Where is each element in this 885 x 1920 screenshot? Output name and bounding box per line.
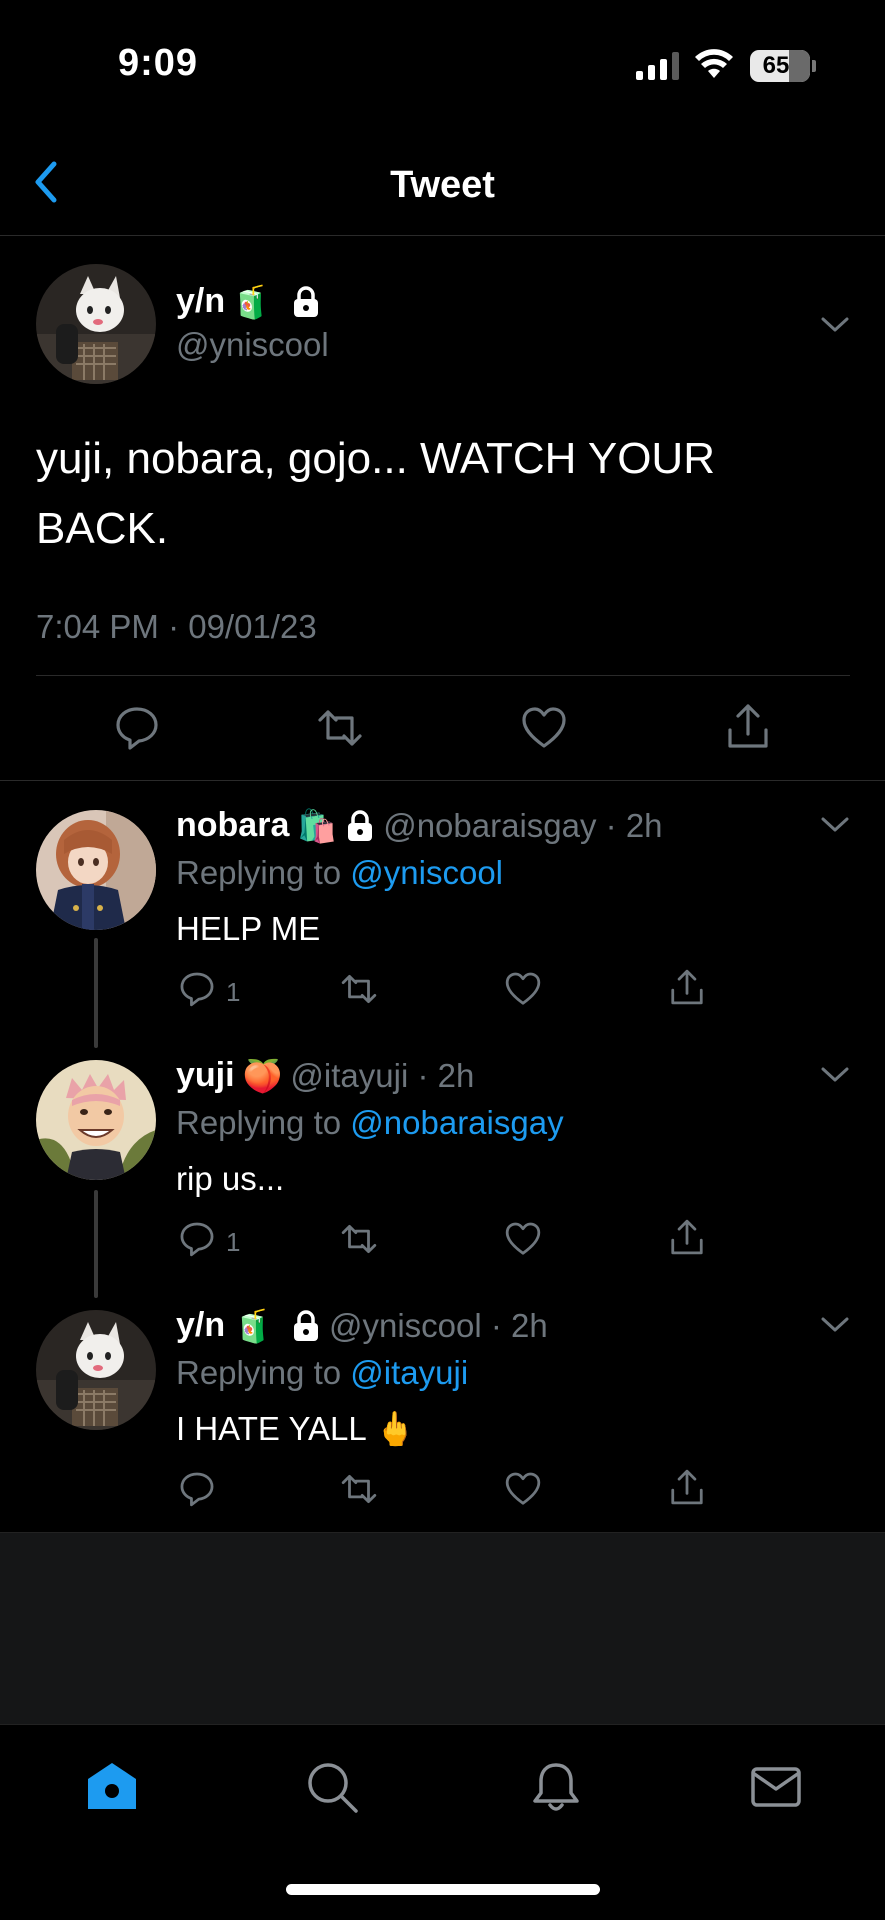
share-icon[interactable] (724, 702, 772, 750)
avatar[interactable] (36, 1060, 156, 1180)
replying-to-link[interactable]: @nobaraisgay (350, 1104, 563, 1141)
lock-icon (293, 285, 318, 317)
chevron-down-icon[interactable] (820, 316, 850, 334)
reply-header: y/n 🧃 @yniscool · 2h (176, 1306, 548, 1345)
tweet-timestamp: 7:04 PM · 09/01/23 (36, 608, 317, 645)
reply-header: yuji 🍑 @itayuji · 2h (176, 1056, 474, 1095)
empty-timeline-area (0, 1532, 885, 1724)
reply-handle-time[interactable]: @nobaraisgay · 2h (383, 807, 662, 845)
battery-nub (812, 60, 816, 72)
divider (0, 780, 885, 781)
chevron-down-icon[interactable] (820, 816, 850, 834)
replying-prefix: Replying to (176, 1104, 342, 1141)
avatar[interactable] (36, 810, 156, 930)
divider (36, 675, 850, 676)
status-bar: 9:09 65 (0, 0, 885, 130)
reply-header: nobara 🛍️ @nobaraisgay · 2h (176, 806, 663, 845)
reply-text: rip us... (176, 1160, 285, 1197)
reply-author-name[interactable]: yuji (176, 1056, 235, 1095)
avatar[interactable] (36, 264, 156, 384)
replying-to-link[interactable]: @yniscool (350, 854, 503, 891)
like-icon[interactable] (520, 704, 568, 752)
replying-to-link[interactable]: @itayuji (350, 1354, 468, 1391)
retweet-icon[interactable] (340, 1220, 378, 1258)
author-name[interactable]: y/n (176, 282, 225, 321)
reply-text: HELP ME (176, 910, 321, 947)
page-title: Tweet (390, 164, 495, 206)
retweet-icon[interactable] (340, 1470, 378, 1508)
thread-line (94, 938, 98, 1048)
replying-to: Replying to @yniscool (176, 854, 503, 892)
reply-count: 1 (226, 1227, 241, 1257)
reply-count: 1 (226, 977, 241, 1007)
thread-line (94, 1190, 98, 1298)
replying-prefix: Replying to (176, 854, 342, 891)
share-icon[interactable] (668, 968, 706, 1006)
lock-icon (293, 1309, 318, 1341)
reply-icon[interactable] (113, 704, 161, 752)
chevron-down-icon[interactable] (820, 1316, 850, 1334)
status-time: 9:09 (118, 42, 199, 84)
home-icon[interactable] (84, 1759, 140, 1815)
wifi-icon (695, 49, 733, 78)
retweet-icon[interactable] (340, 970, 378, 1008)
retweet-icon[interactable] (316, 704, 364, 752)
tweet-actions (0, 700, 885, 756)
like-icon[interactable] (504, 1470, 542, 1508)
reply-handle-time[interactable]: @yniscool · 2h (329, 1307, 548, 1345)
replying-to: Replying to @nobaraisgay (176, 1104, 564, 1142)
avatar[interactable] (36, 1310, 156, 1430)
replying-to: Replying to @itayuji (176, 1354, 468, 1392)
reply-text: I HATE YALL 🖕 (176, 1410, 416, 1447)
reply-icon[interactable] (178, 1220, 216, 1258)
tweet-text: yuji, nobara, gojo... WATCH YOUR BACK. (36, 434, 715, 553)
like-icon[interactable] (504, 1220, 542, 1258)
shopping-bags-emoji: 🛍️ (297, 806, 338, 845)
juice-box-emoji: 🧃 (233, 1306, 273, 1345)
peach-emoji: 🍑 (242, 1056, 283, 1095)
battery-level: 65 (762, 52, 790, 79)
replying-prefix: Replying to (176, 1354, 342, 1391)
mail-icon[interactable] (748, 1759, 804, 1815)
reply-handle-time[interactable]: @itayuji · 2h (290, 1057, 474, 1095)
header: Tweet (0, 130, 885, 236)
reply-author-name[interactable]: nobara (176, 806, 289, 845)
cellular-signal-icon (636, 52, 679, 80)
author-row: y/n 🧃 (176, 282, 321, 321)
lock-icon (348, 809, 373, 841)
battery-indicator: 65 (750, 50, 810, 82)
share-icon[interactable] (668, 1468, 706, 1506)
like-icon[interactable] (504, 970, 542, 1008)
share-icon[interactable] (668, 1218, 706, 1256)
search-icon[interactable] (304, 1759, 360, 1815)
reply-icon[interactable] (178, 1470, 216, 1508)
reply-icon[interactable] (178, 970, 216, 1008)
bell-icon[interactable] (528, 1759, 584, 1815)
juice-box-emoji: 🧃 (231, 282, 271, 321)
chevron-down-icon[interactable] (820, 1066, 850, 1084)
author-handle[interactable]: @yniscool (176, 326, 329, 364)
reply-author-name[interactable]: y/n (176, 1306, 225, 1345)
home-indicator[interactable] (286, 1884, 600, 1895)
